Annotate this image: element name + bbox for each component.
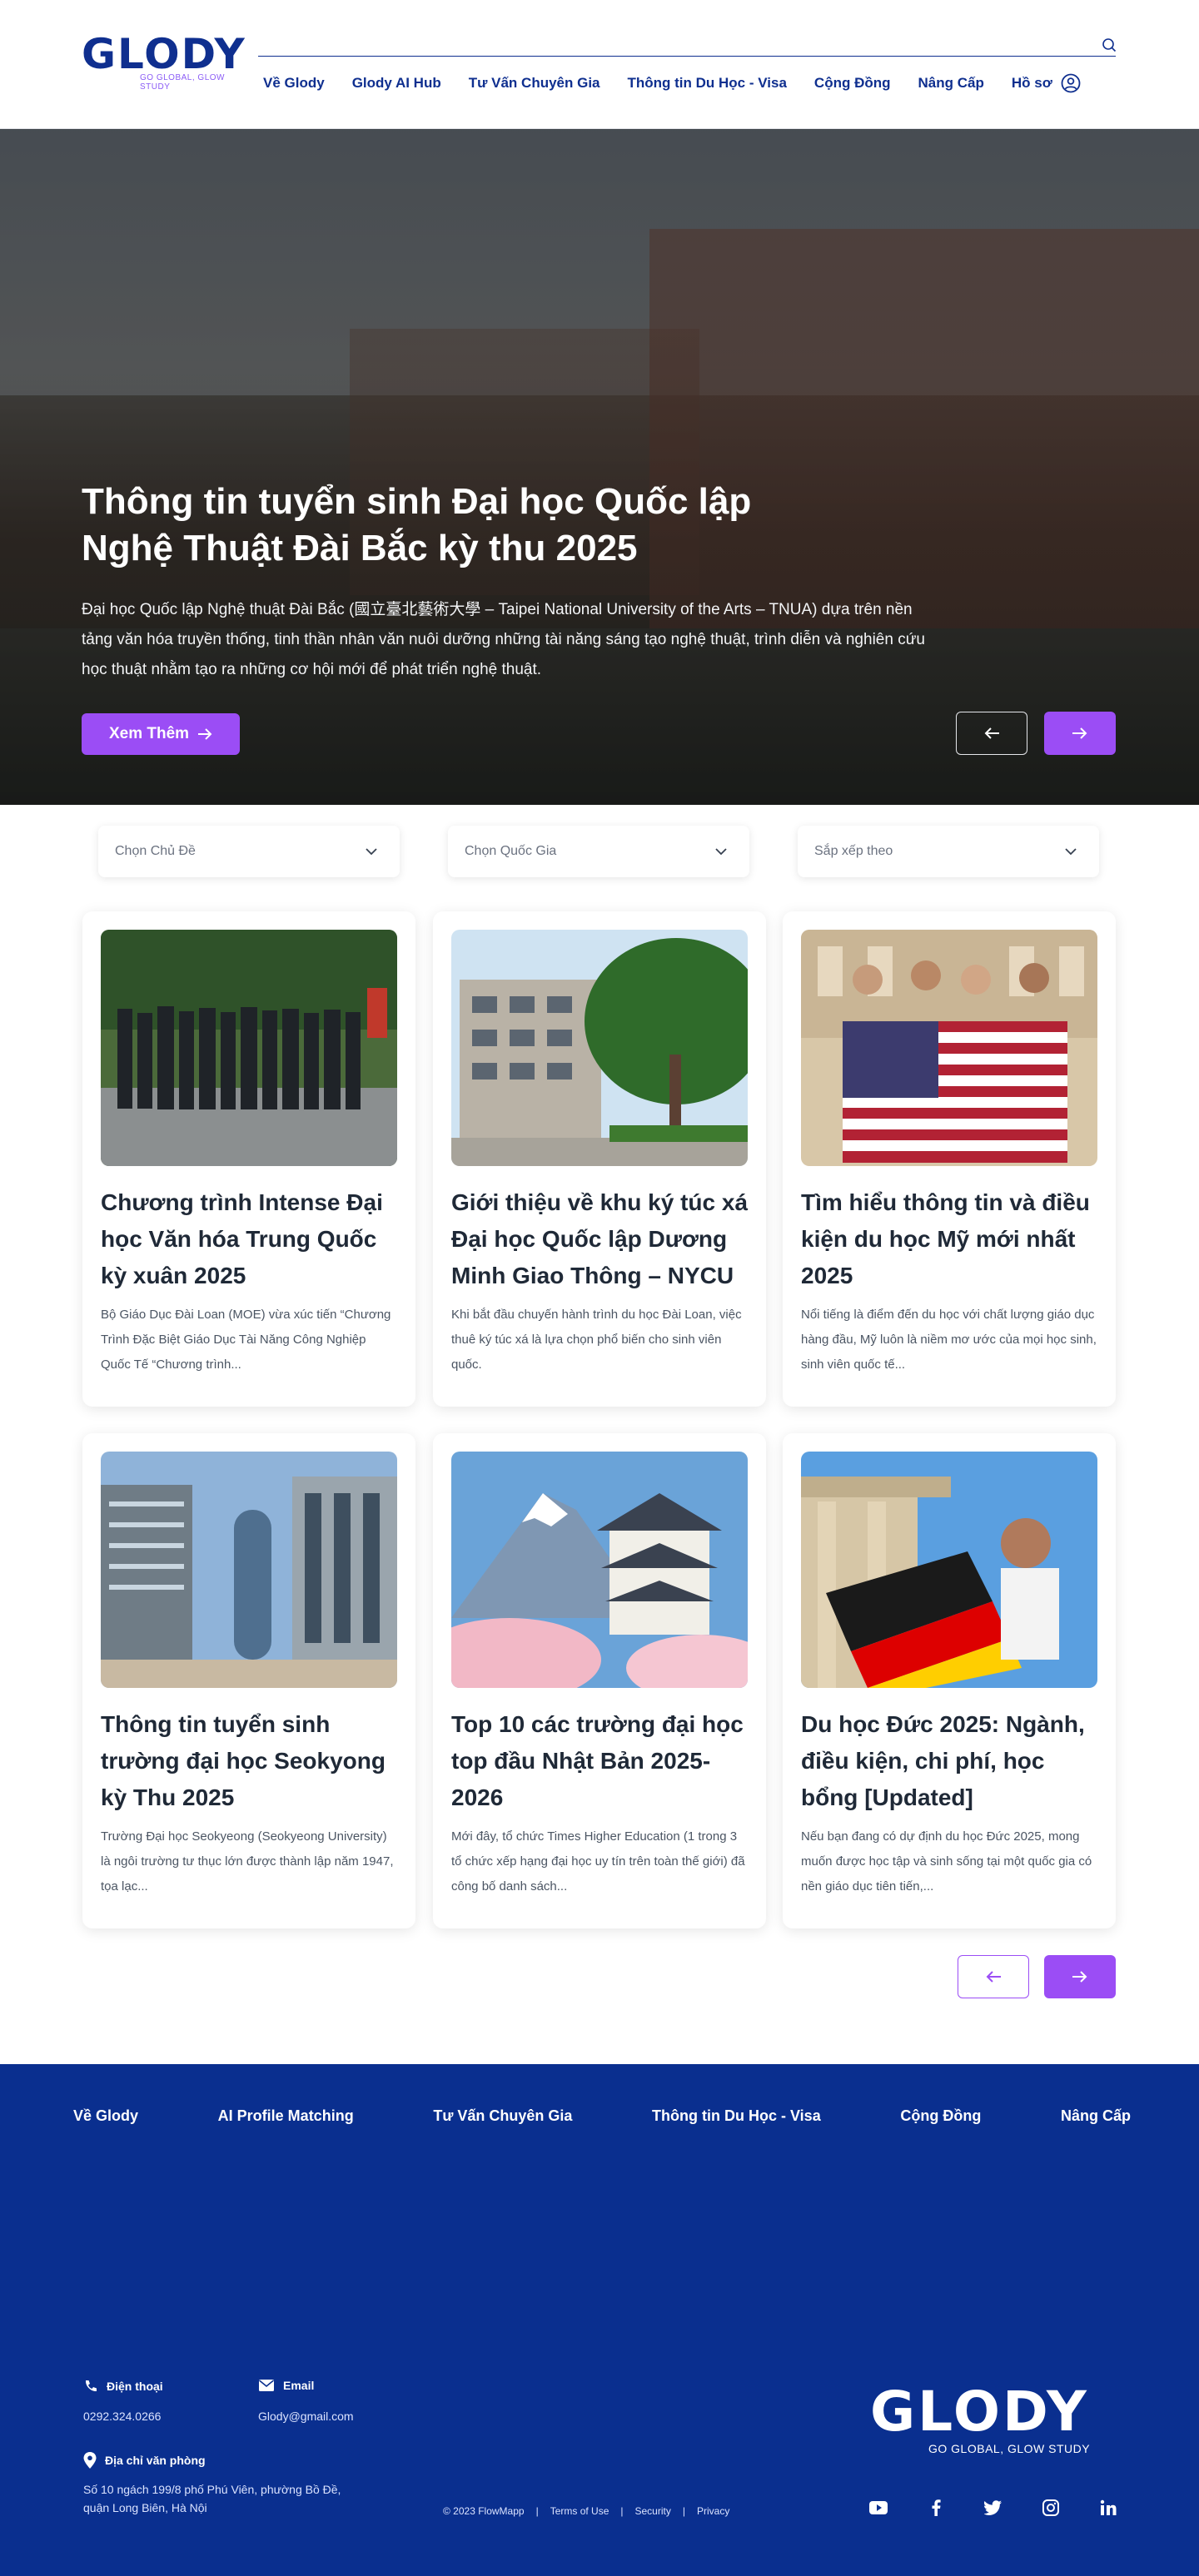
nav-item-thong-tin-du-hoc[interactable]: Thông tin Du Học - Visa bbox=[628, 75, 787, 92]
article-excerpt: Mới đây, tổ chức Times Higher Education … bbox=[451, 1829, 745, 1894]
mail-icon bbox=[258, 2380, 275, 2391]
arrow-left-icon bbox=[986, 1971, 1001, 1983]
phone-label: Điện thoại bbox=[83, 2379, 163, 2394]
legal-separator: | bbox=[620, 2505, 624, 2517]
article-excerpt: Nếu bạn đang có dự định du học Đức 2025,… bbox=[801, 1829, 1092, 1894]
nav-item-ai-hub[interactable]: Glody AI Hub bbox=[352, 75, 441, 92]
address-value: Số 10 ngách 199/8 phố Phú Viên, phường B… bbox=[83, 2483, 341, 2514]
footer-nav-thong-tin[interactable]: Thông tin Du Học - Visa bbox=[652, 2107, 821, 2125]
chevron-down-icon bbox=[366, 848, 377, 856]
logo-wordmark: GLODY bbox=[82, 30, 246, 78]
country-select-value: Chọn Quốc Gia bbox=[465, 844, 557, 858]
read-more-button[interactable]: Xem Thêm bbox=[82, 713, 240, 755]
article-image-germany-flag bbox=[801, 1452, 1097, 1688]
sort-select-value: Sắp xếp theo bbox=[814, 844, 893, 858]
article-card[interactable]: Chương trình Intense Đại học Văn hóa Tru… bbox=[82, 911, 415, 1407]
article-card[interactable]: Thông tin tuyển sinh trường đại học Seok… bbox=[82, 1433, 415, 1928]
footer-nav-ai-profile[interactable]: AI Profile Matching bbox=[218, 2107, 354, 2125]
facebook-icon[interactable] bbox=[927, 2499, 945, 2517]
hero-next-button[interactable] bbox=[1044, 712, 1116, 755]
article-excerpt: Bộ Giáo Dục Đài Loan (MOE) vừa xúc tiến … bbox=[101, 1308, 391, 1372]
linkedin-icon[interactable] bbox=[1099, 2499, 1117, 2517]
sort-select[interactable]: Sắp xếp theo bbox=[798, 826, 1099, 877]
glody-logo[interactable]: GLODY GO GLOBAL, GLOW STUDY bbox=[82, 33, 248, 92]
site-header: GLODY GO GLOBAL, GLOW STUDY Về Glody Glo… bbox=[0, 0, 1199, 129]
email-value[interactable]: Glody@gmail.com bbox=[258, 2407, 354, 2425]
article-image-dormitory bbox=[451, 930, 748, 1166]
youtube-icon[interactable] bbox=[869, 2499, 888, 2517]
hero-prev-button[interactable] bbox=[956, 712, 1027, 755]
arrow-right-icon bbox=[198, 728, 212, 740]
article-title[interactable]: Tìm hiểu thông tin và điều kiện du học M… bbox=[801, 1184, 1097, 1294]
user-profile-icon[interactable] bbox=[1061, 73, 1081, 93]
chevron-down-icon bbox=[715, 848, 727, 856]
footer-nav-ve-glody[interactable]: Về Glody bbox=[73, 2107, 138, 2125]
nav-item-ve-glody[interactable]: Về Glody bbox=[263, 75, 325, 92]
phone-value[interactable]: 0292.324.0266 bbox=[83, 2407, 161, 2425]
article-card[interactable]: Du học Đức 2025: Ngành, điều kiện, chi p… bbox=[783, 1433, 1116, 1928]
footer-legal-links: © 2023 FlowMapp | Terms of Use | Securit… bbox=[443, 2505, 729, 2517]
instagram-icon[interactable] bbox=[1042, 2499, 1060, 2517]
hero-banner: Thông tin tuyển sinh Đại học Quốc lập Ng… bbox=[0, 129, 1199, 805]
hero-dark-overlay bbox=[0, 129, 1199, 805]
read-more-label: Xem Thêm bbox=[108, 725, 190, 742]
article-card[interactable]: Tìm hiểu thông tin và điều kiện du học M… bbox=[783, 911, 1116, 1407]
article-excerpt: Trường Đại học Seokyeong (Seokyeong Univ… bbox=[101, 1829, 394, 1894]
site-footer: Về Glody AI Profile Matching Tư Vấn Chuy… bbox=[0, 2064, 1199, 2576]
chevron-down-icon bbox=[1065, 848, 1077, 856]
search-icon[interactable] bbox=[1102, 37, 1117, 52]
footer-nav: Về Glody AI Profile Matching Tư Vấn Chuy… bbox=[73, 2107, 1131, 2125]
article-image-japan-castle bbox=[451, 1452, 748, 1688]
location-pin-icon bbox=[83, 2452, 97, 2469]
nav-item-tu-van[interactable]: Tư Vấn Chuyên Gia bbox=[469, 75, 600, 92]
main-nav: Về Glody Glody AI Hub Tư Vấn Chuyên Gia … bbox=[263, 73, 1081, 93]
email-label: Email bbox=[258, 2379, 314, 2392]
article-title[interactable]: Du học Đức 2025: Ngành, điều kiện, chi p… bbox=[801, 1706, 1097, 1816]
hero-description: Đại học Quốc lập Nghệ thuật Đài Bắc (國立臺… bbox=[82, 601, 925, 678]
footer-logo-wordmark: GLODY bbox=[870, 2380, 1089, 2444]
hero-title: Thông tin tuyển sinh Đại học Quốc lập Ng… bbox=[82, 481, 752, 568]
footer-nav-nang-cap[interactable]: Nâng Cấp bbox=[1061, 2107, 1131, 2125]
topic-select[interactable]: Chọn Chủ Đề bbox=[98, 826, 400, 877]
phone-icon bbox=[85, 2380, 97, 2392]
arrow-right-icon bbox=[1072, 1971, 1087, 1983]
article-title[interactable]: Thông tin tuyển sinh trường đại học Seok… bbox=[101, 1706, 397, 1816]
country-select[interactable]: Chọn Quốc Gia bbox=[448, 826, 749, 877]
address-label: Địa chỉ văn phòng bbox=[83, 2452, 206, 2469]
nav-item-cong-dong[interactable]: Cộng Đồng bbox=[814, 75, 891, 92]
footer-nav-cong-dong[interactable]: Cộng Đồng bbox=[900, 2107, 981, 2125]
article-excerpt: Nổi tiếng là điểm đến du học với chất lư… bbox=[801, 1308, 1097, 1372]
pagination-next-button[interactable] bbox=[1044, 1955, 1116, 1998]
article-image-us-flag bbox=[801, 930, 1097, 1166]
article-card[interactable]: Giới thiệu về khu ký túc xá Đại học Quốc… bbox=[433, 911, 766, 1407]
footer-logo[interactable]: GLODY GO GLOBAL, GLOW STUDY bbox=[870, 2382, 1120, 2474]
article-excerpt: Khi bắt đầu chuyến hành trình du học Đài… bbox=[451, 1308, 742, 1372]
arrow-left-icon bbox=[984, 727, 999, 739]
copyright-text: © 2023 FlowMapp bbox=[443, 2505, 525, 2517]
pagination-prev-button[interactable] bbox=[958, 1955, 1029, 1998]
twitter-icon[interactable] bbox=[984, 2499, 1002, 2517]
arrow-right-icon bbox=[1072, 727, 1087, 739]
legal-separator: | bbox=[682, 2505, 685, 2517]
security-link[interactable]: Security bbox=[635, 2505, 671, 2517]
search-input-underline[interactable] bbox=[258, 56, 1116, 57]
page: GLODY GO GLOBAL, GLOW STUDY Về Glody Glo… bbox=[0, 0, 1199, 2576]
article-title[interactable]: Giới thiệu về khu ký túc xá Đại học Quốc… bbox=[451, 1184, 748, 1294]
social-links bbox=[869, 2499, 1117, 2517]
article-card[interactable]: Top 10 các trường đại học top đầu Nhật B… bbox=[433, 1433, 766, 1928]
article-image-campus-towers bbox=[101, 1452, 397, 1688]
privacy-link[interactable]: Privacy bbox=[697, 2505, 729, 2517]
article-title[interactable]: Top 10 các trường đại học top đầu Nhật B… bbox=[451, 1706, 748, 1816]
footer-nav-tu-van[interactable]: Tư Vấn Chuyên Gia bbox=[433, 2107, 572, 2125]
terms-link[interactable]: Terms of Use bbox=[550, 2505, 609, 2517]
topic-select-value: Chọn Chủ Đề bbox=[115, 844, 196, 858]
article-title[interactable]: Chương trình Intense Đại học Văn hóa Tru… bbox=[101, 1184, 397, 1294]
legal-separator: | bbox=[535, 2505, 539, 2517]
footer-logo-tagline: GO GLOBAL, GLOW STUDY bbox=[928, 2442, 1091, 2455]
nav-item-ho-so[interactable]: Hồ sơ bbox=[1012, 75, 1052, 92]
article-image-group-photo bbox=[101, 930, 397, 1166]
nav-item-nang-cap[interactable]: Nâng Cấp bbox=[918, 75, 984, 92]
